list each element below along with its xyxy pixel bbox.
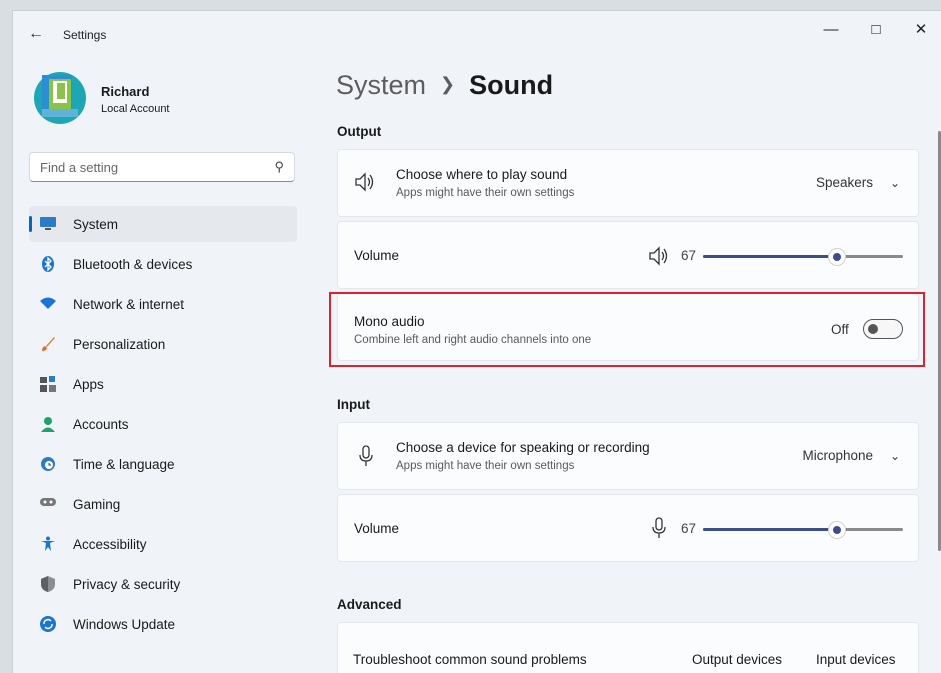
monitor-icon	[40, 216, 56, 232]
sidebar-item-label: Gaming	[73, 497, 121, 512]
output-devices-button[interactable]: Output devices	[692, 652, 782, 667]
page-title: Sound	[469, 70, 554, 100]
output-volume-label: Volume	[354, 248, 400, 263]
sidebar-item-label: Network & internet	[73, 297, 185, 312]
sidebar-item-label: Time & language	[73, 457, 175, 472]
sidebar-item-label: Apps	[73, 377, 104, 392]
sidebar-item-time-language[interactable]: Time & language	[29, 446, 297, 482]
microphone-icon[interactable]	[651, 517, 667, 544]
sidebar-item-accessibility[interactable]: Accessibility	[29, 526, 297, 562]
back-arrow-icon[interactable]: ←	[25, 24, 47, 44]
input-device-subtitle: Apps might have their own settings	[396, 460, 575, 472]
sidebar-item-label: Accounts	[73, 417, 129, 432]
active-indicator	[29, 216, 32, 232]
breadcrumb: System ❯ Sound	[336, 70, 553, 101]
output-device-value[interactable]: Speakers	[816, 175, 873, 190]
output-device-title: Choose where to play sound	[396, 167, 568, 182]
sidebar-item-accounts[interactable]: Accounts	[29, 406, 297, 442]
input-device-card[interactable]: Choose a device for speaking or recordin…	[337, 422, 919, 490]
close-icon[interactable]: ✕	[909, 20, 933, 40]
sidebar-item-label: System	[73, 217, 119, 232]
sidebar-item-label: Personalization	[73, 337, 166, 352]
input-volume-card: Volume 67	[337, 494, 919, 562]
input-volume-label: Volume	[354, 521, 400, 536]
input-devices-button[interactable]: Input devices	[816, 652, 896, 667]
title-bar: ← Settings — □ ✕	[13, 11, 941, 57]
sidebar-item-system[interactable]: System	[29, 206, 297, 242]
output-device-subtitle: Apps might have their own settings	[396, 187, 575, 199]
gamepad-icon	[40, 496, 56, 512]
input-volume-slider[interactable]	[703, 521, 903, 539]
output-volume-slider[interactable]	[703, 248, 903, 266]
output-device-card[interactable]: Choose where to play sound Apps might ha…	[337, 149, 919, 217]
input-device-title: Choose a device for speaking or recordin…	[396, 440, 650, 455]
sidebar-item-personalization[interactable]: Personalization	[29, 326, 297, 362]
output-volume-value: 67	[681, 248, 697, 263]
output-volume-card: Volume 67	[337, 221, 919, 289]
search-placeholder: Find a setting	[40, 160, 119, 175]
input-heading: Input	[337, 397, 370, 412]
troubleshoot-title: Troubleshoot common sound problems	[353, 652, 587, 667]
account-type: Local Account	[101, 103, 170, 115]
advanced-heading: Advanced	[337, 597, 402, 612]
breadcrumb-parent[interactable]: System	[336, 70, 426, 100]
sidebar-item-label: Windows Update	[73, 617, 176, 632]
input-device-value[interactable]: Microphone	[802, 448, 873, 463]
microphone-icon	[358, 445, 374, 472]
settings-window: ← Settings — □ ✕ Richard Local Account F…	[12, 10, 941, 673]
person-icon	[40, 416, 56, 432]
wifi-icon	[40, 296, 56, 312]
speaker-icon[interactable]	[648, 246, 670, 271]
sidebar-item-label: Privacy & security	[73, 577, 181, 592]
brush-icon	[40, 336, 56, 352]
sidebar-item-privacy[interactable]: Privacy & security	[29, 566, 297, 602]
app-title: Settings	[63, 28, 107, 42]
chevron-down-icon[interactable]: ⌄	[890, 449, 900, 463]
accessibility-icon	[40, 536, 56, 552]
bluetooth-icon	[40, 256, 56, 272]
sidebar-item-gaming[interactable]: Gaming	[29, 486, 297, 522]
sidebar-nav: System Bluetooth & devices Network & int…	[29, 206, 297, 646]
speaker-icon	[354, 172, 376, 197]
search-input[interactable]: Find a setting ⚲	[29, 152, 295, 182]
troubleshoot-card: Troubleshoot common sound problems Outpu…	[337, 622, 919, 673]
sidebar-item-windows-update[interactable]: Windows Update	[29, 606, 297, 642]
update-icon	[40, 616, 56, 632]
input-volume-value: 67	[681, 521, 697, 536]
sidebar-item-label: Bluetooth & devices	[73, 257, 193, 272]
sidebar-item-network[interactable]: Network & internet	[29, 286, 297, 322]
maximize-icon[interactable]: □	[864, 20, 888, 40]
minimize-icon[interactable]: —	[819, 20, 843, 40]
chevron-down-icon[interactable]: ⌄	[890, 176, 900, 190]
slider-thumb[interactable]	[828, 521, 846, 539]
search-icon[interactable]: ⚲	[274, 159, 284, 175]
profile-name: Richard	[101, 84, 150, 99]
slider-fill	[703, 528, 837, 531]
avatar[interactable]	[34, 69, 86, 127]
slider-fill	[703, 255, 837, 258]
sidebar-item-label: Accessibility	[73, 537, 147, 552]
sidebar-item-apps[interactable]: Apps	[29, 366, 297, 402]
highlight-box	[329, 292, 925, 367]
apps-icon	[40, 376, 56, 392]
slider-thumb[interactable]	[828, 248, 846, 266]
chevron-right-icon: ❯	[440, 74, 456, 94]
output-heading: Output	[337, 124, 382, 139]
sidebar-item-bluetooth[interactable]: Bluetooth & devices	[29, 246, 297, 282]
shield-icon	[40, 576, 56, 592]
clock-globe-icon	[40, 456, 56, 472]
